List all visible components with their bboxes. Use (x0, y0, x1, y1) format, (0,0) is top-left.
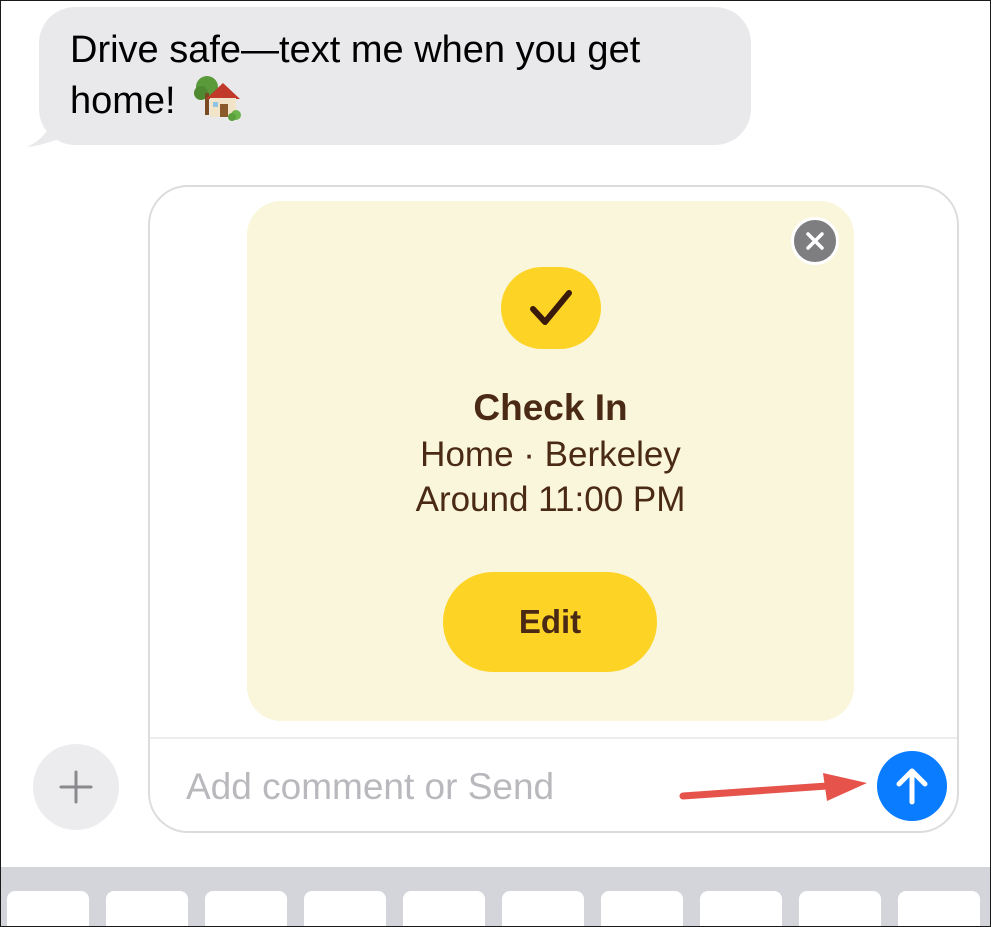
keyboard-key[interactable] (700, 891, 782, 926)
keyboard-key[interactable] (601, 891, 683, 926)
check-in-time: Around 11:00 PM (415, 480, 686, 519)
check-in-badge (501, 267, 601, 349)
composer-divider (150, 737, 957, 739)
plus-icon (59, 770, 93, 804)
keyboard (1, 867, 990, 926)
incoming-message-bubble[interactable]: Drive safe—text me when you get home! (39, 7, 751, 145)
check-in-location: Home · Berkeley (420, 435, 681, 474)
keyboard-key[interactable] (7, 891, 89, 926)
arrow-up-icon (896, 768, 928, 805)
messages-screen: Drive safe—text me when you get home! Ch… (0, 0, 991, 927)
annotation-arrow-icon (679, 773, 867, 801)
keyboard-key[interactable] (502, 891, 584, 926)
edit-check-in-button[interactable]: Edit (443, 572, 657, 672)
send-button[interactable] (877, 751, 947, 821)
add-attachment-button[interactable] (33, 744, 119, 830)
keyboard-key[interactable] (106, 891, 188, 926)
remove-attachment-button[interactable] (791, 217, 839, 265)
keyboard-key[interactable] (898, 891, 980, 926)
close-icon (806, 232, 824, 250)
keyboard-key[interactable] (205, 891, 287, 926)
keyboard-key[interactable] (799, 891, 881, 926)
keyboard-key[interactable] (304, 891, 386, 926)
incoming-message-text: Drive safe—text me when you get home! (70, 29, 641, 122)
check-in-title: Check In (473, 387, 628, 428)
keyboard-key[interactable] (403, 891, 485, 926)
house-with-garden-icon (192, 75, 244, 121)
checkmark-icon (530, 290, 572, 325)
